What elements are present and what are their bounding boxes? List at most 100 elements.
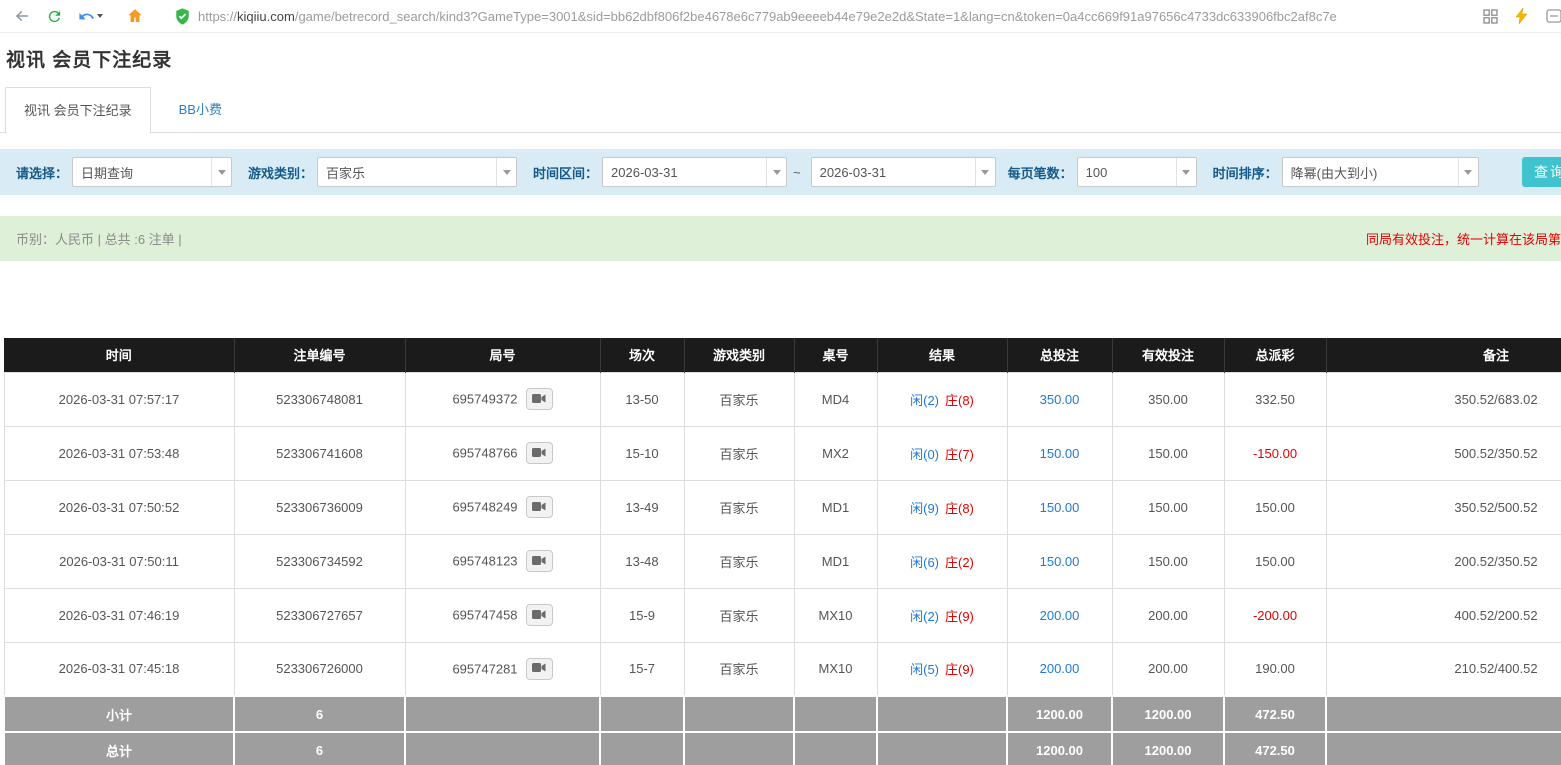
cell-result: 闲(2)庄(8) [877,372,1007,426]
date-to-select[interactable]: 2026-03-31 [811,157,996,187]
cell-total-bet[interactable]: 200.00 [1007,588,1112,642]
filter-select-label: 请选择： [16,163,68,182]
address-bar[interactable]: https://kiqiiu.com/game/betrecord_search… [175,3,1460,29]
total-count: 6 [234,732,405,765]
browser-toolbar: https://kiqiiu.com/game/betrecord_search… [0,0,1561,33]
cell-valid-bet: 350.00 [1112,372,1224,426]
date-from-select[interactable]: 2026-03-31 [602,157,787,187]
cell-total-bet[interactable]: 150.00 [1007,534,1112,588]
toolbar-right-icons [1474,3,1555,29]
game-type-select[interactable]: 百家乐 [317,157,517,187]
per-page-value: 100 [1078,165,1176,180]
cell-session: 15-7 [600,642,684,696]
cell-total-bet[interactable]: 350.00 [1007,372,1112,426]
cell-result: 闲(2)庄(9) [877,588,1007,642]
dropdown-caret-icon [766,158,786,186]
cell-total-bet[interactable]: 150.00 [1007,426,1112,480]
round-replay-button[interactable] [526,604,553,626]
range-separator: ~ [793,165,801,180]
cell-bet-id: 523306734592 [234,534,405,588]
cell-time: 2026-03-31 07:45:18 [4,642,234,696]
cell-round-id: 695748766 [405,426,600,480]
round-replay-button[interactable] [526,388,553,410]
cell-game-type: 百家乐 [684,534,794,588]
total-label: 总计 [4,732,234,765]
result-player: 闲(2) [910,393,939,408]
cell-result: 闲(5) 庄(9) [877,642,1007,696]
refresh-icon[interactable] [41,3,67,29]
cell-bet-id: 523306727657 [234,588,405,642]
cell-time: 2026-03-31 07:50:52 [4,480,234,534]
cell-time: 2026-03-31 07:57:17 [4,372,234,426]
round-replay-button[interactable] [526,550,553,572]
round-replay-icon [532,554,546,569]
round-replay-button[interactable] [526,658,553,680]
empty-cell [1326,732,1561,765]
clipped-toolbar-icon[interactable] [1541,3,1561,29]
cell-game-type: 百家乐 [684,588,794,642]
tab-betrecord[interactable]: 视讯 会员下注纪录 [5,87,151,134]
result-banker: 庄(7) [945,447,974,462]
total-row: 总计 6 1200.00 1200.00 472.50 [4,732,1561,765]
back-arrow-icon[interactable] [9,3,35,29]
round-replay-button[interactable] [526,496,553,518]
empty-cell [405,732,600,765]
cell-remark: 500.52/350.52 [1326,426,1561,480]
undo-dropdown-caret-icon[interactable] [97,14,103,18]
cell-session: 13-50 [600,372,684,426]
round-replay-button[interactable] [526,442,553,464]
subtotal-valid-bet: 1200.00 [1112,696,1224,732]
query-mode-select[interactable]: 日期查询 [72,157,232,187]
dropdown-caret-icon [1176,158,1196,186]
empty-cell [600,696,684,732]
round-id-text: 695748123 [452,554,517,569]
sort-order-select[interactable]: 降幂(由大到小) [1282,157,1479,187]
empty-cell [405,696,600,732]
cell-table-no: MD1 [794,480,877,534]
empty-cell [794,732,877,765]
cell-table-no: MX10 [794,588,877,642]
cell-remark: 200.52/350.52 [1326,534,1561,588]
tab-bar: 视讯 会员下注纪录 BB小费 [0,87,1561,133]
query-button[interactable]: 查询 [1522,157,1561,187]
column-header: 局号 [405,338,600,372]
total-payout: 472.50 [1224,732,1326,765]
round-id-text: 695749372 [452,392,517,407]
cell-round-id: 695747458 [405,588,600,642]
tab-bb-tip[interactable]: BB小费 [161,87,240,132]
cell-total-bet[interactable]: 150.00 [1007,480,1112,534]
cell-payout: 150.00 [1224,534,1326,588]
cell-payout: -150.00 [1224,426,1326,480]
empty-cell [600,732,684,765]
result-banker: 庄(9) [945,662,974,677]
round-replay-icon [532,392,546,407]
column-header: 游戏类别 [684,338,794,372]
apps-grid-icon[interactable] [1477,3,1503,29]
result-player: 闲(9) [910,501,939,516]
empty-cell [877,732,1007,765]
result-player: 闲(5) [910,662,939,677]
cell-round-id: 695749372 [405,372,600,426]
cell-valid-bet: 150.00 [1112,480,1224,534]
round-replay-icon [532,500,546,515]
cell-table-no: MX10 [794,642,877,696]
url-domain: kiqiiu.com [237,9,295,24]
empty-cell [794,696,877,732]
cell-result: 闲(6)庄(2) [877,534,1007,588]
cell-total-bet[interactable]: 200.00 [1007,642,1112,696]
game-type-value: 百家乐 [318,163,496,182]
filter-game-label: 游戏类别： [248,163,313,182]
lightning-bolt-icon[interactable] [1509,3,1535,29]
cell-round-id: 695747281 [405,642,600,696]
query-mode-value: 日期查询 [73,163,211,182]
cell-session: 15-10 [600,426,684,480]
cell-bet-id: 523306741608 [234,426,405,480]
cell-round-id: 695748123 [405,534,600,588]
records-body: 2026-03-31 07:57:17523306748081695749372… [4,372,1561,696]
undo-arrow-icon[interactable] [73,3,107,29]
home-icon[interactable] [122,3,148,29]
column-header: 有效投注 [1112,338,1224,372]
cell-remark: 210.52/400.52 [1326,642,1561,696]
cell-session: 13-48 [600,534,684,588]
per-page-select[interactable]: 100 [1077,157,1197,187]
